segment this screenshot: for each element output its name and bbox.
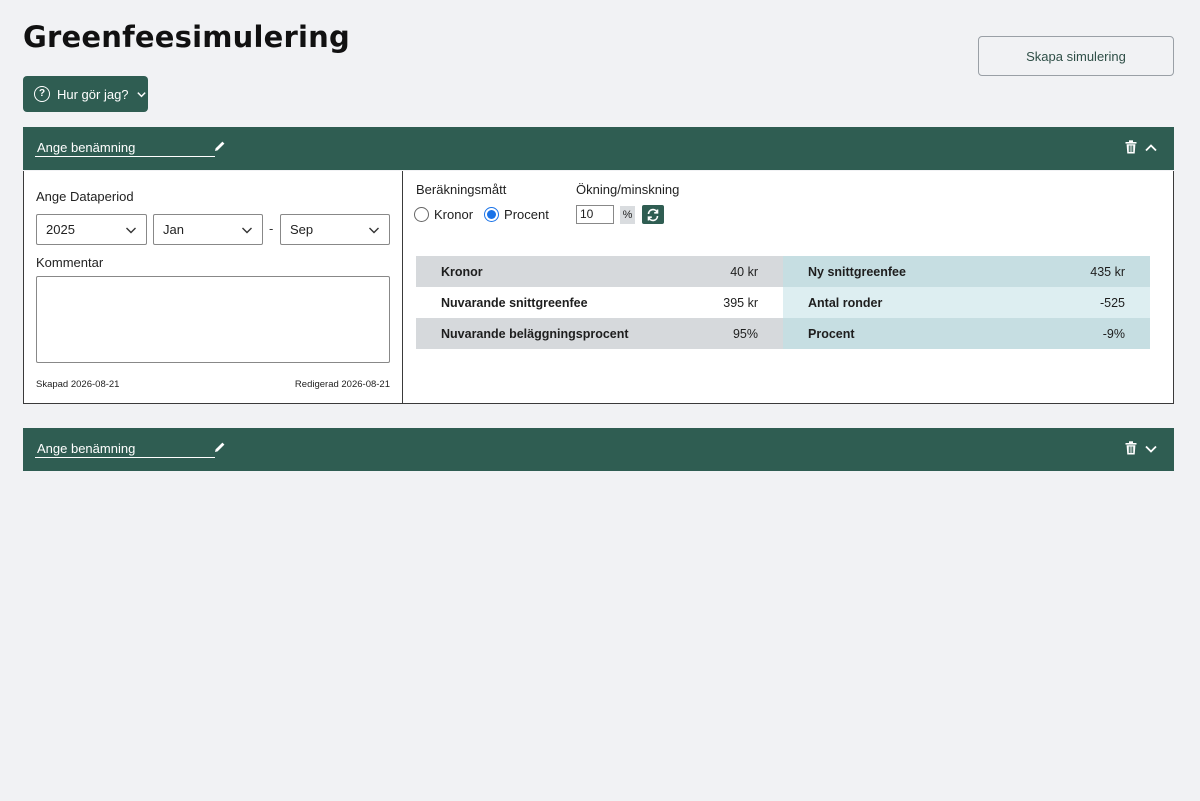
year-value: 2025 xyxy=(46,222,75,237)
year-select[interactable]: 2025 xyxy=(36,214,147,245)
question-circle-icon: ? xyxy=(34,86,50,102)
to-month-select[interactable]: Sep xyxy=(280,214,390,245)
result-cell: Ny snittgreenfee 435 kr xyxy=(783,256,1150,287)
results-table: Kronor 40 kr Ny snittgreenfee 435 kr Nuv… xyxy=(416,256,1150,349)
simulation-panel-header: Ange benämning xyxy=(23,428,1174,471)
name-input[interactable]: Ange benämning xyxy=(35,139,215,157)
result-cell: Kronor 40 kr xyxy=(416,256,783,287)
radio-kronor[interactable] xyxy=(414,207,429,222)
pencil-icon[interactable] xyxy=(214,441,226,453)
data-period-section: Ange Dataperiod 2025 Jan - Sep Kommentar… xyxy=(24,171,403,403)
refresh-icon xyxy=(647,208,659,221)
calculation-section: Beräkningsmått Kronor Procent Ökning/min… xyxy=(404,171,1174,403)
result-cell: Antal ronder -525 xyxy=(783,287,1150,318)
radio-procent[interactable] xyxy=(484,207,500,222)
refresh-button[interactable] xyxy=(642,205,664,224)
result-key: Nuvarande snittgreenfee xyxy=(441,295,588,310)
name-input[interactable]: Ange benämning xyxy=(35,440,215,458)
comment-label: Kommentar xyxy=(36,255,104,270)
calc-measure-label: Beräkningsmått xyxy=(416,182,507,197)
result-value: -525 xyxy=(1099,295,1125,310)
from-month-select[interactable]: Jan xyxy=(153,214,263,245)
chevron-down-icon[interactable] xyxy=(1144,442,1158,456)
edited-date: Redigerad 2026-08-21 xyxy=(294,379,390,390)
result-key: Nuvarande beläggningsprocent xyxy=(441,326,629,341)
page-title: Greenfeesimulering xyxy=(23,20,350,54)
table-row: Kronor 40 kr Ny snittgreenfee 435 kr xyxy=(416,256,1150,287)
result-value: 435 kr xyxy=(1090,264,1125,279)
how-to-button[interactable]: ? Hur gör jag? xyxy=(23,76,148,112)
change-input[interactable]: 10 xyxy=(576,205,614,224)
chevron-down-icon xyxy=(242,227,252,234)
comment-textarea[interactable] xyxy=(36,276,390,363)
created-date: Skapad 2026-08-21 xyxy=(36,379,120,390)
result-cell: Nuvarande beläggningsprocent 95% xyxy=(416,318,783,349)
table-row: Nuvarande snittgreenfee 395 kr Antal ron… xyxy=(416,287,1150,318)
range-separator: - xyxy=(269,221,274,236)
how-to-label: Hur gör jag? xyxy=(57,86,129,102)
radio-kronor-label: Kronor xyxy=(434,207,474,222)
chevron-down-icon xyxy=(126,227,136,234)
result-key: Antal ronder xyxy=(808,295,883,310)
change-label: Ökning/minskning xyxy=(576,182,680,197)
result-value: -9% xyxy=(1102,326,1125,341)
to-month-value: Sep xyxy=(290,222,314,237)
result-value: 40 kr xyxy=(730,264,758,279)
result-cell: Nuvarande snittgreenfee 395 kr xyxy=(416,287,783,318)
result-value: 395 kr xyxy=(723,295,758,310)
result-key: Procent xyxy=(808,326,855,341)
simulation-panel-body: Ange Dataperiod 2025 Jan - Sep Kommentar… xyxy=(23,171,1174,404)
trash-icon[interactable] xyxy=(1125,140,1137,154)
pencil-icon[interactable] xyxy=(214,140,226,152)
result-cell: Procent -9% xyxy=(783,318,1150,349)
table-row: Nuvarande beläggningsprocent 95% Procent… xyxy=(416,318,1150,349)
calc-measure-radios: Kronor Procent xyxy=(414,207,549,222)
radio-procent-label: Procent xyxy=(504,207,549,222)
from-month-value: Jan xyxy=(163,222,184,237)
data-period-label: Ange Dataperiod xyxy=(36,189,134,204)
chevron-down-icon xyxy=(369,227,379,234)
result-key: Ny snittgreenfee xyxy=(808,264,906,279)
percent-unit: % xyxy=(620,206,635,224)
result-key: Kronor xyxy=(441,264,483,279)
trash-icon[interactable] xyxy=(1125,441,1137,455)
chevron-up-icon[interactable] xyxy=(1144,141,1158,155)
simulation-panel-header: Ange benämning xyxy=(23,127,1174,170)
chevron-down-icon xyxy=(136,91,146,97)
create-simulation-button[interactable]: Skapa simulering xyxy=(978,36,1174,76)
result-value: 95% xyxy=(732,326,758,341)
